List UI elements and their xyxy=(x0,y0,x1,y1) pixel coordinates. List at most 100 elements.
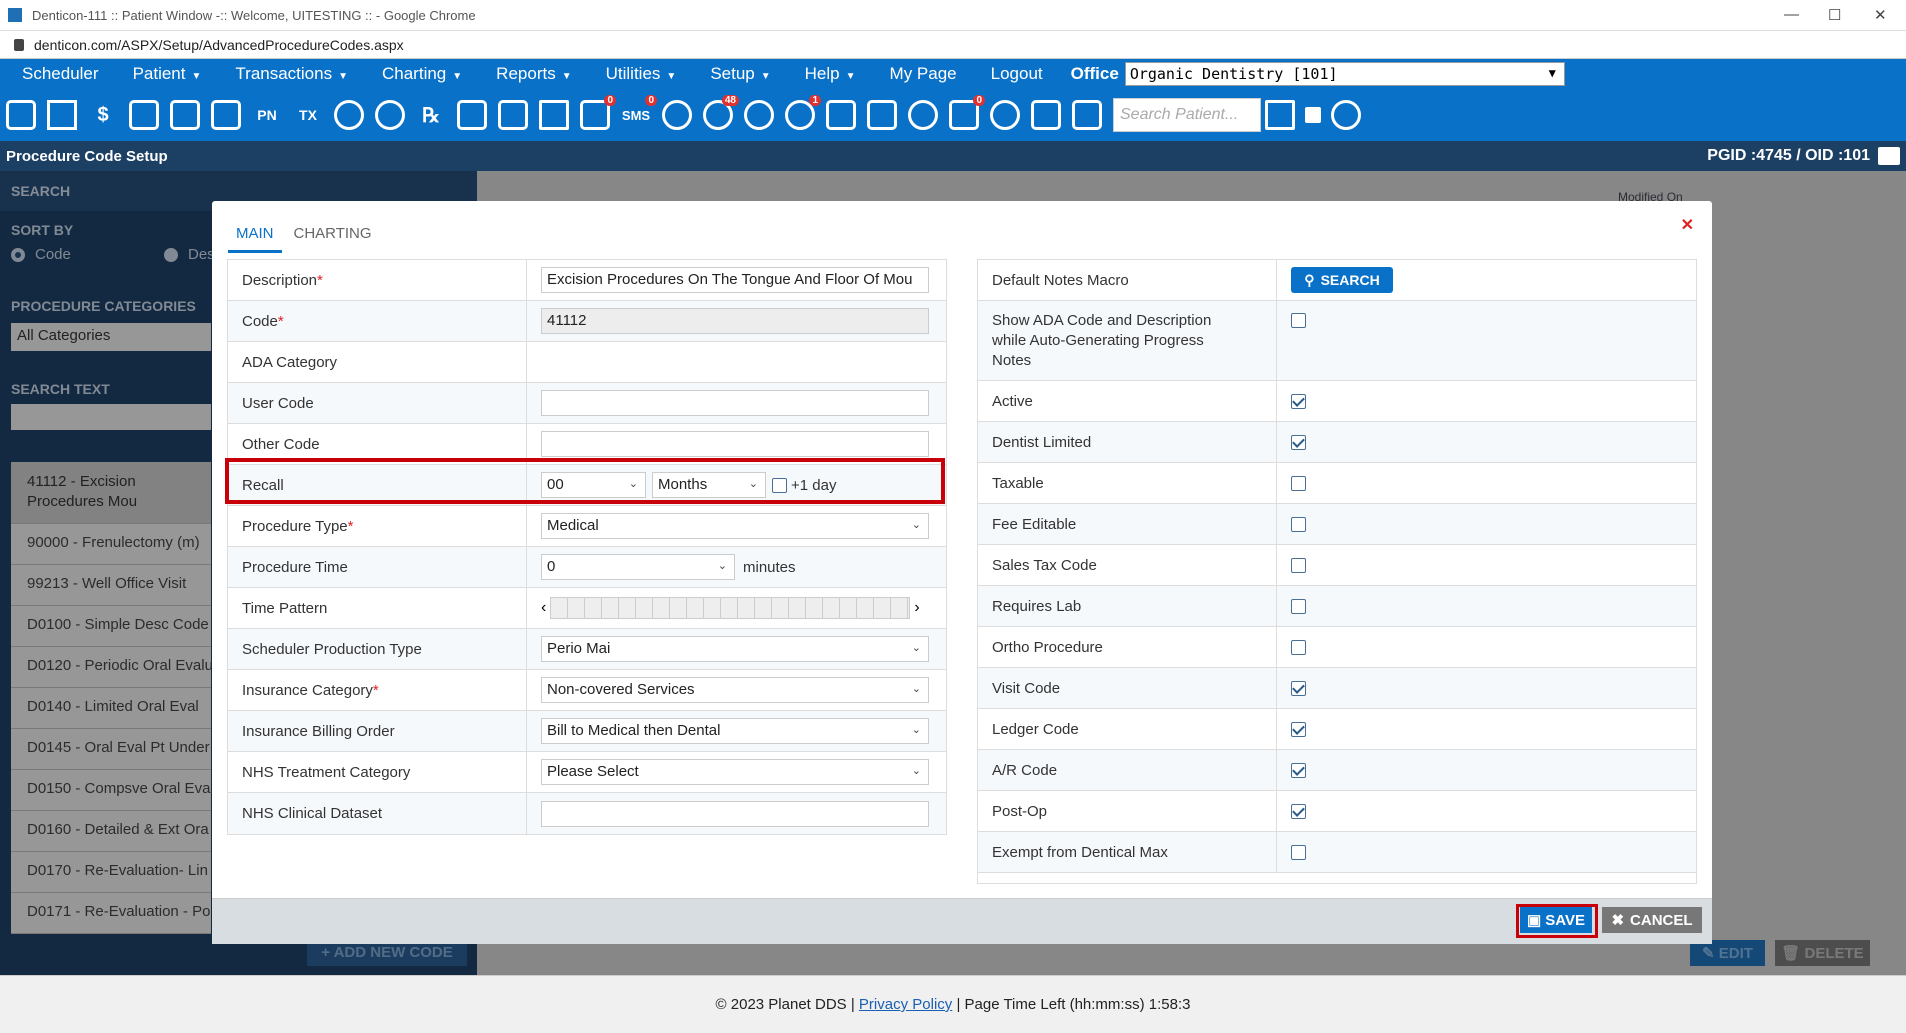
right-field-checkbox[interactable] xyxy=(1291,639,1306,655)
home-icon[interactable] xyxy=(45,97,79,133)
search-patient-input[interactable]: Search Patient... xyxy=(1113,98,1261,132)
right-field-label: Ledger Code xyxy=(978,709,1277,749)
page-header: Procedure Code Setup PGID :4745 / OID :1… xyxy=(0,141,1906,171)
chevron-down-icon: ⌄ xyxy=(911,724,921,736)
maximize-icon[interactable]: ☐ xyxy=(1828,6,1841,24)
notes-macro-search-button[interactable]: ⚲ SEARCH xyxy=(1291,267,1393,293)
menu-transactions[interactable]: Transactions ▼ xyxy=(235,64,348,84)
right-field-checkbox[interactable] xyxy=(1291,844,1306,860)
print-icon[interactable] xyxy=(1029,97,1063,133)
right-field-checkbox[interactable] xyxy=(1291,721,1306,737)
office-select[interactable]: Organic Dentistry [101] ▼ xyxy=(1124,62,1565,86)
perio-icon[interactable] xyxy=(209,97,243,133)
tab-main[interactable]: MAIN xyxy=(228,219,282,253)
description-label: Description xyxy=(242,271,318,289)
checklist-icon[interactable]: 0 xyxy=(947,95,985,133)
printer-icon[interactable] xyxy=(1878,147,1900,165)
add-patient-icon[interactable] xyxy=(332,97,366,133)
privacy-policy-link[interactable]: Privacy Policy xyxy=(859,996,952,1013)
main-form-left: Description * Excision Procedures On The … xyxy=(227,259,947,835)
right-field-label: Ortho Procedure xyxy=(978,627,1277,667)
browser-title-bar: Denticon-111 :: Patient Window -:: Welco… xyxy=(0,0,1906,31)
menu-help[interactable]: Help ▼ xyxy=(805,64,856,84)
right-field-checkbox[interactable] xyxy=(1291,557,1306,573)
right-field-checkbox[interactable] xyxy=(1291,313,1306,328)
user-code-input[interactable] xyxy=(541,390,929,416)
scheduler-production-type-select[interactable]: Perio Mai ⌄ xyxy=(541,636,929,662)
messages-icon[interactable]: 0 xyxy=(578,95,616,133)
tab-charting[interactable]: CHARTING xyxy=(286,219,380,253)
menu-scheduler[interactable]: Scheduler xyxy=(22,64,99,84)
description-input[interactable]: Excision Procedures On The Tongue And Fl… xyxy=(541,267,929,293)
treatment-plan-icon[interactable]: TX xyxy=(291,97,325,133)
support-icon[interactable] xyxy=(742,97,776,133)
tooth-chart-icon[interactable] xyxy=(168,97,202,133)
procedure-time-select[interactable]: 0 ⌄ xyxy=(541,554,735,580)
right-field-checkbox[interactable] xyxy=(1291,434,1306,450)
right-field-checkbox[interactable] xyxy=(1291,598,1306,614)
progress-notes-icon[interactable]: PN xyxy=(250,97,284,133)
group-icon[interactable] xyxy=(988,97,1022,133)
copyright-text: © 2023 Planet DDS | xyxy=(715,996,855,1013)
help-icon[interactable] xyxy=(865,97,899,133)
procedure-code-modal: MAIN CHARTING ✕ Description * Excision Pr… xyxy=(212,201,1712,944)
right-field-label: Post-Op xyxy=(978,791,1277,831)
minimize-icon[interactable]: — xyxy=(1784,6,1799,23)
right-field-label: A/R Code xyxy=(978,750,1277,790)
clock-icon[interactable] xyxy=(660,97,694,133)
sms-icon[interactable]: SMS 0 xyxy=(619,95,657,133)
dollar-icon[interactable]: $ xyxy=(86,97,120,133)
menu-patient[interactable]: Patient ▼ xyxy=(133,64,202,84)
insurance-category-select[interactable]: Non-covered Services ⌄ xyxy=(541,677,929,703)
chevron-left-icon[interactable]: ‹ xyxy=(541,599,546,617)
address-bar[interactable]: denticon.com/ASPX/Setup/AdvancedProcedur… xyxy=(0,31,1906,59)
other-code-input[interactable] xyxy=(541,431,929,457)
insurance-billing-order-select[interactable]: Bill to Medical then Dental ⌄ xyxy=(541,718,929,744)
right-field-checkbox[interactable] xyxy=(1291,393,1306,409)
main-menu: Scheduler Patient ▼ Transactions ▼ Chartin… xyxy=(0,59,1906,89)
web-users-icon[interactable]: 48 xyxy=(701,95,739,133)
time-pattern-slider[interactable] xyxy=(550,597,911,619)
close-window-icon[interactable]: ✕ xyxy=(1874,6,1887,24)
right-field-checkbox[interactable] xyxy=(1291,762,1306,778)
url-text[interactable]: denticon.com/ASPX/Setup/AdvancedProcedur… xyxy=(34,37,404,53)
right-field-checkbox[interactable] xyxy=(1291,516,1306,532)
tooth-icon[interactable] xyxy=(824,97,858,133)
right-field-label: Dentist Limited xyxy=(978,422,1277,462)
procedure-time-label: Procedure Time xyxy=(228,547,527,587)
document-icon[interactable] xyxy=(455,97,489,133)
close-icon[interactable]: ✕ xyxy=(1681,215,1694,235)
chevron-right-icon[interactable]: › xyxy=(914,599,919,617)
patient-search-icon[interactable] xyxy=(1263,97,1297,133)
recall-highlight-box xyxy=(225,458,945,504)
edit-chart-icon[interactable] xyxy=(127,97,161,133)
procedure-type-select[interactable]: Medical ⌄ xyxy=(541,513,929,539)
menu-reports[interactable]: Reports ▼ xyxy=(496,64,571,84)
right-field-checkbox[interactable] xyxy=(1291,803,1306,819)
minutes-label: minutes xyxy=(743,558,796,576)
download-icon[interactable] xyxy=(1070,97,1104,133)
caret-down-icon: ▼ xyxy=(845,71,856,82)
calendar-icon[interactable] xyxy=(4,97,38,133)
toggle-checkbox[interactable] xyxy=(1304,97,1322,133)
menu-my-page[interactable]: My Page xyxy=(890,64,957,84)
prescription-icon[interactable]: ℞ xyxy=(414,97,448,133)
nhs-clinical-dataset-input[interactable] xyxy=(541,800,929,827)
caret-down-icon: ▼ xyxy=(452,71,463,82)
right-field-checkbox[interactable] xyxy=(1291,475,1306,491)
menu-setup[interactable]: Setup ▼ xyxy=(710,64,770,84)
menu-utilities[interactable]: Utilities ▼ xyxy=(606,64,677,84)
mail-icon[interactable] xyxy=(537,97,571,133)
cancel-button[interactable]: ✖ CANCEL xyxy=(1602,907,1702,933)
globe-icon[interactable] xyxy=(906,97,940,133)
scheduler-production-type-label: Scheduler Production Type xyxy=(228,629,527,669)
right-field-checkbox[interactable] xyxy=(1291,680,1306,696)
nhs-treatment-category-select[interactable]: Please Select ⌄ xyxy=(541,759,929,785)
scanner-icon[interactable] xyxy=(496,97,530,133)
menu-charting[interactable]: Charting ▼ xyxy=(382,64,462,84)
add-family-icon[interactable] xyxy=(373,97,407,133)
reminders-icon[interactable]: 1 xyxy=(783,95,821,133)
advanced-search-icon[interactable] xyxy=(1329,97,1363,133)
menu-logout[interactable]: Logout xyxy=(991,64,1043,84)
save-highlight-box xyxy=(1516,904,1598,938)
